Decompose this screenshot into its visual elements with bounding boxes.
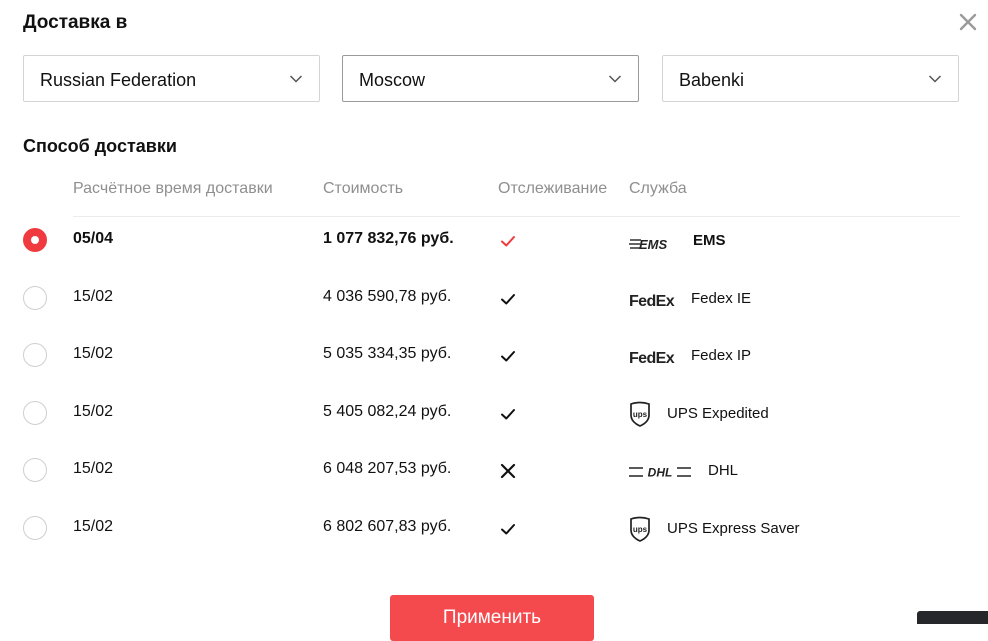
column-header-service: Служба: [629, 180, 687, 197]
shipping-option-row[interactable]: 15/02 5 405 082,24 руб. ups UPS Expedited: [0, 395, 988, 435]
shipping-option-radio[interactable]: [23, 458, 47, 482]
fedex-logo-icon: FedEx: [629, 292, 677, 310]
ups-logo-icon: ups: [629, 401, 651, 427]
close-icon[interactable]: [957, 11, 979, 33]
city-select-value: Moscow: [359, 70, 426, 90]
service-name: Fedex IP: [691, 347, 752, 364]
delivery-date: 15/02: [73, 460, 114, 477]
delivery-cost: 5 035 334,35 руб.: [323, 345, 452, 362]
check-icon: [499, 290, 517, 308]
chevron-down-icon: [289, 75, 303, 83]
cross-icon: [499, 462, 517, 480]
column-header-delivery-time: Расчётное время доставки: [73, 180, 273, 197]
chevron-down-icon: [928, 75, 942, 83]
ups-logo-icon: ups: [629, 516, 651, 542]
shipping-option-radio[interactable]: [23, 401, 47, 425]
district-select-value: Babenki: [679, 70, 745, 90]
district-select[interactable]: Babenki: [662, 55, 959, 102]
ems-logo-icon: EMS: [629, 236, 677, 252]
fedex-logo-icon: FedEx: [629, 349, 677, 367]
delivery-date: 15/02: [73, 288, 114, 305]
svg-text:DHL: DHL: [648, 466, 673, 480]
delivery-cost: 6 048 207,53 руб.: [323, 460, 452, 477]
svg-text:ups: ups: [633, 525, 648, 534]
shipping-option-radio[interactable]: [23, 286, 47, 310]
shipping-option-row[interactable]: 15/02 6 048 207,53 руб. DHL DHL: [0, 452, 988, 492]
dhl-logo-icon: DHL: [629, 465, 691, 480]
shipping-option-radio[interactable]: [23, 516, 47, 540]
header-divider: [73, 216, 960, 217]
service-name: UPS Expedited: [667, 405, 769, 422]
column-header-tracking: Отслеживание: [498, 180, 608, 197]
svg-text:FedEx: FedEx: [629, 293, 675, 308]
shipping-option-radio[interactable]: [23, 343, 47, 367]
shipping-section-title: Способ доставки: [23, 136, 177, 156]
country-select-value: Russian Federation: [40, 70, 197, 90]
shipping-option-radio[interactable]: [23, 228, 47, 252]
delivery-date: 15/02: [73, 345, 114, 362]
delivery-cost: 4 036 590,78 руб.: [323, 288, 452, 305]
delivery-date: 15/02: [73, 518, 114, 535]
service-name: UPS Express Saver: [667, 520, 800, 537]
corner-button[interactable]: [917, 611, 988, 624]
check-icon: [499, 232, 517, 250]
delivery-date: 05/04: [73, 230, 114, 247]
service-name: Fedex IE: [691, 290, 752, 307]
shipping-option-row[interactable]: 15/02 6 802 607,83 руб. ups UPS Express Sav…: [0, 510, 988, 550]
shipping-option-row[interactable]: 05/04 1 077 832,76 руб. EMS EMS: [0, 222, 988, 262]
delivery-date: 15/02: [73, 403, 114, 420]
page-title: Доставка в: [23, 12, 128, 33]
svg-text:ups: ups: [633, 410, 648, 419]
chevron-down-icon: [608, 75, 622, 83]
check-icon: [499, 405, 517, 423]
svg-text:FedEx: FedEx: [629, 350, 675, 365]
city-select[interactable]: Moscow: [342, 55, 639, 102]
service-name: EMS: [693, 232, 726, 249]
apply-button[interactable]: Применить: [390, 595, 594, 641]
country-select[interactable]: Russian Federation: [23, 55, 320, 102]
shipping-option-row[interactable]: 15/02 4 036 590,78 руб. FedEx Fedex IE: [0, 280, 988, 320]
svg-text:EMS: EMS: [639, 237, 668, 252]
shipping-option-row[interactable]: 15/02 5 035 334,35 руб. FedEx Fedex IP: [0, 337, 988, 377]
delivery-cost: 5 405 082,24 руб.: [323, 403, 452, 420]
check-icon: [499, 347, 517, 365]
check-icon: [499, 520, 517, 538]
delivery-cost: 6 802 607,83 руб.: [323, 518, 452, 535]
delivery-cost: 1 077 832,76 руб.: [323, 230, 454, 247]
service-name: DHL: [708, 462, 739, 479]
column-header-cost: Стоимость: [323, 180, 404, 197]
